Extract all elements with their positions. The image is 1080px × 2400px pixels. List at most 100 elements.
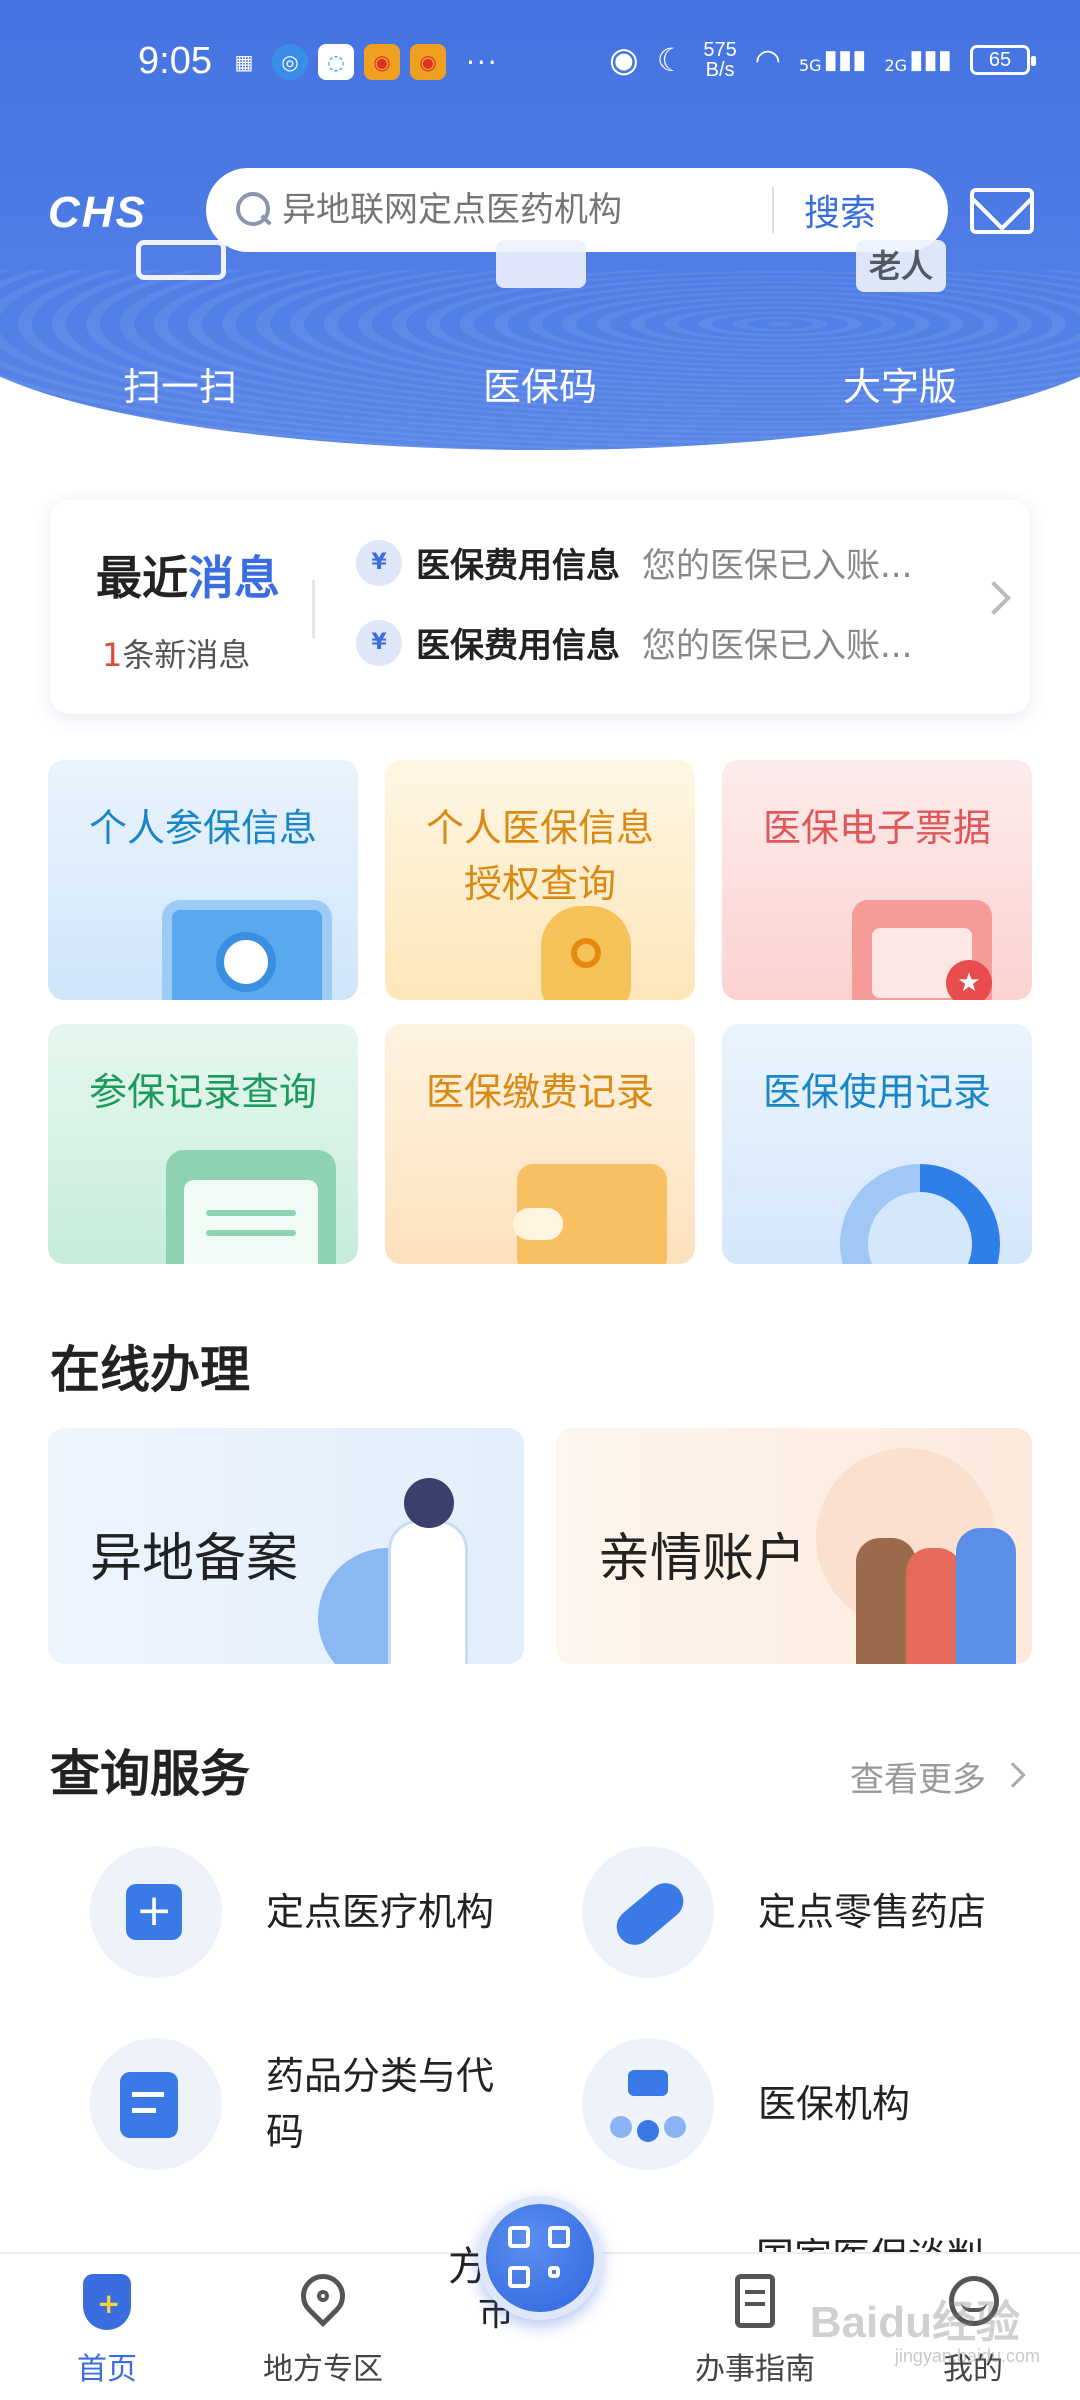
- chat-icon: ◌: [318, 44, 354, 80]
- family-member-illustration: [906, 1548, 962, 1664]
- elderly-mode-icon: 老人: [856, 240, 946, 292]
- guide-icon: [725, 2272, 785, 2332]
- tile-label: 参保记录查询: [88, 1070, 317, 1114]
- new-message-suffix: 条新消息: [122, 636, 251, 674]
- recent-messages-card[interactable]: 最近消息 1条新消息 ¥ 医保费用信息 您的医保已入账... ¥ 医保费用信息 …: [50, 500, 1030, 714]
- quick-action-label: 医保码: [482, 365, 597, 409]
- browser-icon: ◎: [272, 44, 308, 80]
- quick-action-label: 扫一扫: [122, 365, 237, 409]
- calendar-icon: ▦: [234, 50, 254, 74]
- status-right: ◉ ☾ 575 B/s ◠ 5G ▮▮▮ 2G ▮▮▮ 65: [609, 40, 1036, 80]
- card-family-account[interactable]: 亲情账户: [556, 1428, 1032, 1664]
- tab-local-zone[interactable]: 地方专区: [248, 2264, 398, 2388]
- message-item[interactable]: ¥ 医保费用信息 您的医保已入账...: [356, 618, 912, 667]
- service-label-line-2: 码: [266, 2110, 305, 2154]
- service-retail-pharmacy[interactable]: 定点零售药店: [582, 1846, 1048, 1978]
- calendar-page: [184, 1180, 318, 1264]
- qr-corner: [508, 2266, 530, 2288]
- tile-authorization-query[interactable]: 个人医保信息 授权查询: [385, 760, 695, 1000]
- tile-label: 个人医保信息 授权查询: [385, 800, 695, 912]
- service-designated-hospital[interactable]: + 定点医疗机构: [90, 1846, 556, 1978]
- tile-personal-insurance-info[interactable]: 个人参保信息: [48, 760, 358, 1000]
- calendar-line: [206, 1210, 296, 1216]
- chevron-right-icon[interactable]: [977, 581, 1011, 615]
- service-label: 药品分类与代 码: [266, 2048, 556, 2160]
- query-services-title: 查询服务: [50, 1745, 250, 1803]
- notification-icons: ▦ ◎ ◌ ◉ ◉ ···: [226, 44, 499, 80]
- person-circle-icon: [216, 932, 276, 992]
- qr-corner: [548, 2226, 570, 2248]
- weibo-icon-2: ◉: [410, 44, 446, 80]
- message-item[interactable]: ¥ 医保费用信息 您的医保已入账...: [356, 538, 912, 587]
- signal-label-2: 2G: [884, 56, 908, 75]
- yen-icon: ¥: [356, 619, 402, 666]
- recent-messages-title: 最近消息: [96, 542, 280, 608]
- search-button[interactable]: 搜索: [804, 184, 876, 236]
- tile-payment-record[interactable]: 医保缴费记录: [385, 1024, 695, 1264]
- person-head: [404, 1478, 454, 1528]
- org-chart-icon: [582, 2038, 714, 2170]
- quick-action-label: 大字版: [842, 365, 957, 409]
- service-drug-classification[interactable]: 药品分类与代 码: [90, 2038, 556, 2170]
- signal-icon-2g: 2G ▮▮▮: [884, 45, 952, 75]
- card-label: 异地备案: [90, 1529, 299, 1589]
- tile-label: 医保使用记录: [762, 1070, 991, 1114]
- tile-usage-record[interactable]: 医保使用记录: [722, 1024, 1032, 1264]
- tab-guide[interactable]: 办事指南: [680, 2272, 830, 2388]
- star-badge-icon: ★: [946, 960, 992, 1000]
- tab-label: 地方专区: [263, 2352, 383, 2387]
- mail-icon[interactable]: [970, 188, 1034, 234]
- document-icon: [90, 2038, 222, 2170]
- chevron-right-icon[interactable]: [1000, 1762, 1026, 1788]
- scan-icon: [136, 240, 226, 280]
- family-member-illustration: [956, 1528, 1016, 1664]
- tile-label-line-1: 个人医保信息: [425, 806, 654, 850]
- service-label: 医保机构: [758, 2082, 911, 2126]
- qr-code-icon: [496, 240, 586, 288]
- tile-e-receipt[interactable]: 医保电子票据 ★: [722, 760, 1032, 1000]
- service-label-line-1: 药品分类与代: [266, 2054, 495, 2098]
- title-part-2: 消息: [188, 551, 280, 605]
- view-more-link[interactable]: 查看更多: [850, 1752, 986, 1801]
- eye-icon: ◉: [609, 40, 639, 80]
- search-icon: [236, 192, 272, 228]
- tile-label: 医保缴费记录: [425, 1070, 654, 1114]
- title-part-1: 最近: [96, 551, 188, 605]
- message-text: 您的医保已入账...: [642, 546, 913, 586]
- tab-home[interactable]: + 首页: [32, 2272, 182, 2388]
- new-message-number: 1: [102, 636, 123, 674]
- search-divider: [772, 187, 774, 233]
- card-label: 亲情账户: [598, 1529, 807, 1589]
- tile-label: 医保电子票据: [762, 806, 991, 850]
- calendar-line: [206, 1230, 296, 1236]
- message-type: 医保费用信息: [416, 626, 620, 666]
- signal-label-1: 5G: [798, 56, 822, 75]
- message-type: 医保费用信息: [416, 546, 620, 586]
- card-remote-filing[interactable]: 异地备案: [48, 1428, 524, 1664]
- net-speed-unit: B/s: [705, 59, 735, 81]
- search-input[interactable]: [282, 190, 772, 230]
- service-label: 定点医疗机构: [266, 1890, 495, 1934]
- new-message-count: 1条新消息: [102, 630, 250, 676]
- service-insurance-agency[interactable]: 医保机构: [582, 2038, 1048, 2170]
- home-shield-icon: +: [77, 2272, 137, 2332]
- pill-icon: [582, 1846, 714, 1978]
- center-scan-button[interactable]: [478, 2196, 602, 2320]
- hospital-icon: +: [90, 1846, 222, 1978]
- yen-icon: ¥: [356, 539, 402, 586]
- app-logo: CHS: [48, 188, 147, 237]
- qr-corner: [508, 2226, 530, 2248]
- weibo-icon: ◉: [364, 44, 400, 80]
- tile-insurance-record[interactable]: 参保记录查询: [48, 1024, 358, 1264]
- more-notifications-icon: ···: [466, 45, 499, 79]
- wallet-clasp: [513, 1208, 563, 1240]
- tab-label: 首页: [77, 2352, 137, 2387]
- status-bar: 9:05 ▦ ◎ ◌ ◉ ◉ ··· ◉ ☾ 575 B/s ◠ 5G ▮▮▮ …: [0, 0, 1080, 130]
- watermark-logo: Baidu经验: [809, 2298, 1020, 2347]
- status-time: 9:05: [138, 40, 212, 82]
- header: 9:05 ▦ ◎ ◌ ◉ ◉ ··· ◉ ☾ 575 B/s ◠ 5G ▮▮▮ …: [0, 0, 1080, 450]
- net-speed: 575 B/s: [703, 40, 736, 80]
- battery-icon: 65: [970, 45, 1036, 75]
- wifi-icon: ◠: [754, 42, 781, 78]
- watermark-url: jingyan.baidu.com: [894, 2346, 1040, 2366]
